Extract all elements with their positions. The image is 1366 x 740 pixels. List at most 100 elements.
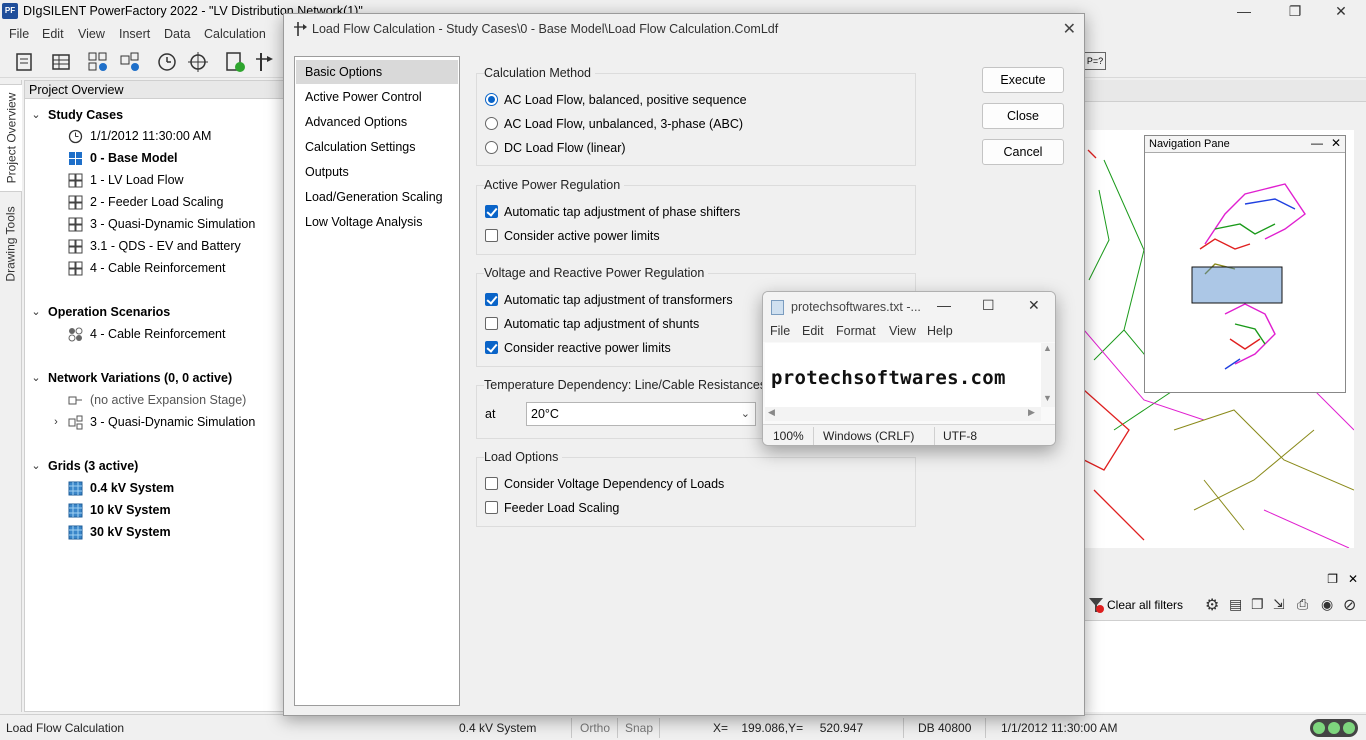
scroll-down-icon[interactable]: ▼ [1043, 393, 1052, 403]
minimize-icon[interactable]: — [1232, 1, 1256, 21]
study-case-active-icon [69, 152, 82, 165]
network-edit-icon[interactable] [118, 50, 142, 74]
page-active-power-control[interactable]: Active Power Control [296, 85, 458, 109]
chevron-down-icon[interactable]: ⌄ [29, 302, 43, 322]
dialog-titlebar: Load Flow Calculation - Study Cases\0 - … [284, 14, 1084, 44]
load-options-title: Load Options [484, 450, 563, 464]
print-icon[interactable]: ⎙ [1297, 596, 1308, 613]
project-overview-header: Project Overview [25, 81, 285, 99]
status-message: Load Flow Calculation [6, 721, 125, 735]
chevron-down-icon[interactable]: ⌄ [29, 368, 43, 388]
chevron-down-icon: ⌄ [740, 408, 750, 420]
save-icon[interactable]: ▤ [1229, 596, 1242, 613]
check-document-icon[interactable] [223, 50, 247, 74]
copy-icon[interactable]: ❐ [1251, 596, 1264, 613]
navigation-overview-map [1191, 183, 1306, 370]
table-icon[interactable] [49, 50, 73, 74]
status-time: 1/1/2012 11:30:00 AM [1001, 721, 1118, 735]
restore-icon[interactable]: ❐ [1327, 572, 1338, 586]
network-settings-icon[interactable] [86, 50, 110, 74]
study-case-icon [68, 195, 83, 210]
calc-method-title: Calculation Method [484, 66, 596, 80]
notepad-menu-help[interactable]: Help [927, 324, 953, 338]
close-icon[interactable]: ✕ [1329, 1, 1353, 21]
notepad-menu-format[interactable]: Format [836, 324, 876, 338]
menu-edit[interactable]: Edit [42, 27, 64, 41]
status-ortho[interactable]: Ortho [580, 721, 610, 735]
restore-icon[interactable]: ❐ [1283, 1, 1307, 21]
voltage-reactive-title: Voltage and Reactive Power Regulation [484, 266, 709, 280]
clear-filters-button[interactable]: Clear all filters [1107, 598, 1183, 612]
close-icon[interactable]: ✕ [1348, 572, 1358, 586]
menu-file[interactable]: File [9, 27, 29, 41]
scroll-up-icon[interactable]: ▲ [1043, 343, 1052, 353]
status-coordinates: X= 199.086,Y= 520.947 [713, 721, 864, 735]
cancel-button[interactable]: Cancel [982, 139, 1064, 165]
load-flow-icon [294, 22, 307, 36]
dialog-page-list: Basic Options Active Power Control Advan… [294, 56, 460, 706]
horizontal-scrollbar[interactable]: ◀ ▶ [765, 407, 1041, 421]
close-icon[interactable]: ✕ [1063, 19, 1076, 39]
power-query-button[interactable]: P=? [1084, 52, 1106, 70]
page-advanced-options[interactable]: Advanced Options [296, 110, 458, 134]
status-snap[interactable]: Snap [625, 721, 653, 735]
disable-icon[interactable]: ⊘ [1343, 595, 1356, 615]
page-low-voltage-analysis[interactable]: Low Voltage Analysis [296, 210, 458, 234]
minimize-icon[interactable]: — [1311, 136, 1323, 150]
clock-icon[interactable] [155, 50, 179, 74]
page-outputs[interactable]: Outputs [296, 160, 458, 184]
notepad-menubar: File Edit Format View Help [763, 322, 1055, 342]
scroll-right-icon[interactable]: ▶ [1028, 407, 1035, 418]
chevron-down-icon[interactable]: ⌄ [29, 456, 43, 476]
vertical-scrollbar[interactable]: ▲ ▼ [1041, 343, 1055, 407]
navigation-pane: Navigation Pane — ✕ [1144, 135, 1346, 393]
clock-icon [68, 129, 83, 144]
load-flow-icon[interactable] [252, 50, 276, 74]
menu-view[interactable]: View [78, 27, 105, 41]
notepad-titlebar: protechsoftwares.txt -... — ☐ ✕ [763, 292, 1055, 322]
close-icon[interactable]: ✕ [1331, 136, 1341, 150]
page-calculation-settings[interactable]: Calculation Settings [296, 135, 458, 159]
tab-drawing-tools[interactable]: Drawing Tools [0, 198, 22, 290]
page-basic-options[interactable]: Basic Options [296, 60, 458, 84]
binoculars-icon[interactable]: ◉ [1321, 596, 1333, 613]
execute-button[interactable]: Execute [982, 67, 1064, 93]
export-icon[interactable]: ⇲ [1273, 596, 1285, 613]
close-button[interactable]: Close [982, 103, 1064, 129]
side-tab-strip: Project Overview Drawing Tools [0, 80, 22, 712]
gear-icon[interactable]: ⚙ [1205, 595, 1219, 615]
variation-icon [68, 415, 83, 430]
maximize-icon[interactable]: ☐ [982, 297, 995, 314]
notepad-text-area[interactable]: protechsoftwares.com [765, 343, 1041, 407]
target-icon[interactable] [186, 50, 210, 74]
menu-calculation[interactable]: Calculation [204, 27, 266, 41]
chevron-down-icon[interactable]: ⌄ [29, 105, 43, 125]
menu-insert[interactable]: Insert [119, 27, 150, 41]
tab-project-overview[interactable]: Project Overview [0, 84, 22, 192]
page-load-generation-scaling[interactable]: Load/Generation Scaling [296, 185, 458, 209]
temperature-select[interactable]: 20°C ⌄ [526, 402, 756, 426]
status-db: DB 40800 [918, 721, 972, 735]
grid-icon [68, 503, 83, 518]
dialog-title: Load Flow Calculation - Study Cases\0 - … [312, 22, 779, 36]
scenario-icon [68, 327, 83, 342]
notepad-content: protechsoftwares.com [771, 367, 1006, 389]
active-power-title: Active Power Regulation [484, 178, 625, 192]
filters-toolbar: Clear all filters ⚙ ▤ ❐ ⇲ ⎙ ◉ ⊘ [1084, 592, 1366, 618]
app-logo: PF [2, 3, 18, 19]
notepad-menu-view[interactable]: View [889, 324, 916, 338]
study-case-icon [68, 173, 83, 188]
report-icon[interactable] [12, 50, 36, 74]
scroll-left-icon[interactable]: ◀ [768, 407, 775, 418]
notepad-menu-edit[interactable]: Edit [802, 324, 824, 338]
minimize-icon[interactable]: — [937, 297, 951, 313]
notepad-title: protechsoftwares.txt -... [791, 300, 921, 314]
filter-clear-icon[interactable] [1088, 597, 1104, 613]
project-overview-panel: Project Overview ⌄ Study Cases 1/1/2012 … [24, 80, 286, 712]
menu-data[interactable]: Data [164, 27, 190, 41]
notepad-menu-file[interactable]: File [770, 324, 790, 338]
notepad-statusbar: 100% Windows (CRLF) UTF-8 [763, 424, 1055, 445]
chevron-right-icon[interactable]: › [49, 412, 63, 432]
close-icon[interactable]: ✕ [1028, 297, 1040, 314]
notepad-icon [771, 300, 784, 315]
